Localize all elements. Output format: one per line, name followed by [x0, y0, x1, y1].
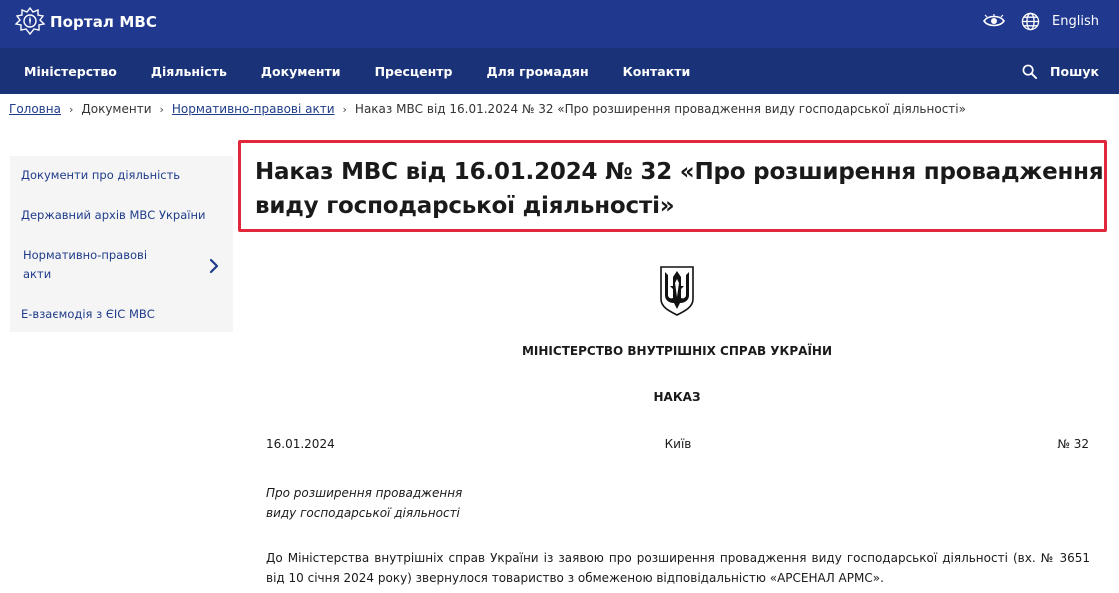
document-number: № 32 [1057, 437, 1089, 451]
breadcrumb-documents: Документи [81, 102, 152, 116]
trident-coat-of-arms-icon [660, 266, 694, 316]
search-icon [1022, 64, 1038, 79]
document-subject-line: виду господарської діяльності [266, 506, 460, 520]
document-date: 16.01.2024 [266, 437, 335, 451]
sidebar-item-normative-acts[interactable]: Нормативно-правові акти [23, 246, 147, 284]
page-title-highlight: Наказ МВС від 16.01.2024 № 32 «Про розши… [238, 140, 1107, 232]
breadcrumb-chevron-icon: › [342, 102, 347, 116]
sidebar: Документи про діяльність Державний архів… [10, 156, 233, 332]
breadcrumb: Головна › Документи › Нормативно-правові… [9, 100, 966, 118]
mvs-emblem-icon [14, 6, 46, 36]
sidebar-item-label: акти [23, 267, 52, 281]
sidebar-item-label: Нормативно-правові [23, 248, 148, 262]
document-ministry: МІНІСТЕРСТВО ВНУТРІШНІХ СПРАВ УКРАЇНИ [521, 344, 832, 358]
sidebar-item-state-archive[interactable]: Державний архів МВС України [21, 206, 205, 225]
document-type: НАКАЗ [653, 390, 701, 404]
sidebar-item-activity-documents[interactable]: Документи про діяльність [21, 166, 180, 185]
breadcrumb-home[interactable]: Головна [9, 102, 61, 116]
breadcrumb-chevron-icon: › [159, 102, 164, 116]
breadcrumb-current: Наказ МВС від 16.01.2024 № 32 «Про розши… [354, 102, 966, 116]
portal-logo[interactable]: Портал МВС [14, 6, 157, 38]
nav-item-press-center[interactable]: Пресцентр [375, 64, 453, 79]
nav-item-for-citizens[interactable]: Для громадян [486, 64, 588, 79]
nav-item-contacts[interactable]: Контакти [623, 64, 691, 79]
globe-icon[interactable] [1021, 12, 1040, 31]
nav-item-activity[interactable]: Діяльність [151, 64, 227, 79]
portal-logo-text: Портал МВС [50, 13, 157, 31]
document-body: До Міністерства внутрішніх справ України… [266, 551, 1090, 585]
nav-item-documents[interactable]: Документи [261, 64, 341, 79]
top-bar: Портал МВС English [0, 0, 1119, 48]
document-subject-line: Про розширення провадження [266, 486, 463, 500]
sidebar-item-e-interaction[interactable]: Е-взаємодія з ЄІС МВС [21, 305, 155, 324]
breadcrumb-normative-acts[interactable]: Нормативно-правові акти [172, 102, 335, 116]
chevron-right-icon[interactable] [209, 258, 219, 274]
main-nav: Міністерство Діяльність Документи Пресце… [0, 48, 1119, 94]
document-city: Київ [664, 437, 692, 451]
accessibility-eye-icon[interactable] [983, 14, 1006, 28]
page-title: Наказ МВС від 16.01.2024 № 32 «Про розши… [255, 159, 1104, 219]
document-subject: Про розширення провадження виду господар… [266, 483, 462, 523]
search-label: Пошук [1050, 63, 1099, 79]
nav-item-ministry[interactable]: Міністерство [24, 64, 117, 79]
breadcrumb-chevron-icon: › [68, 102, 74, 116]
search-button[interactable]: Пошук [1022, 48, 1099, 94]
language-switch[interactable]: English [1052, 14, 1099, 29]
